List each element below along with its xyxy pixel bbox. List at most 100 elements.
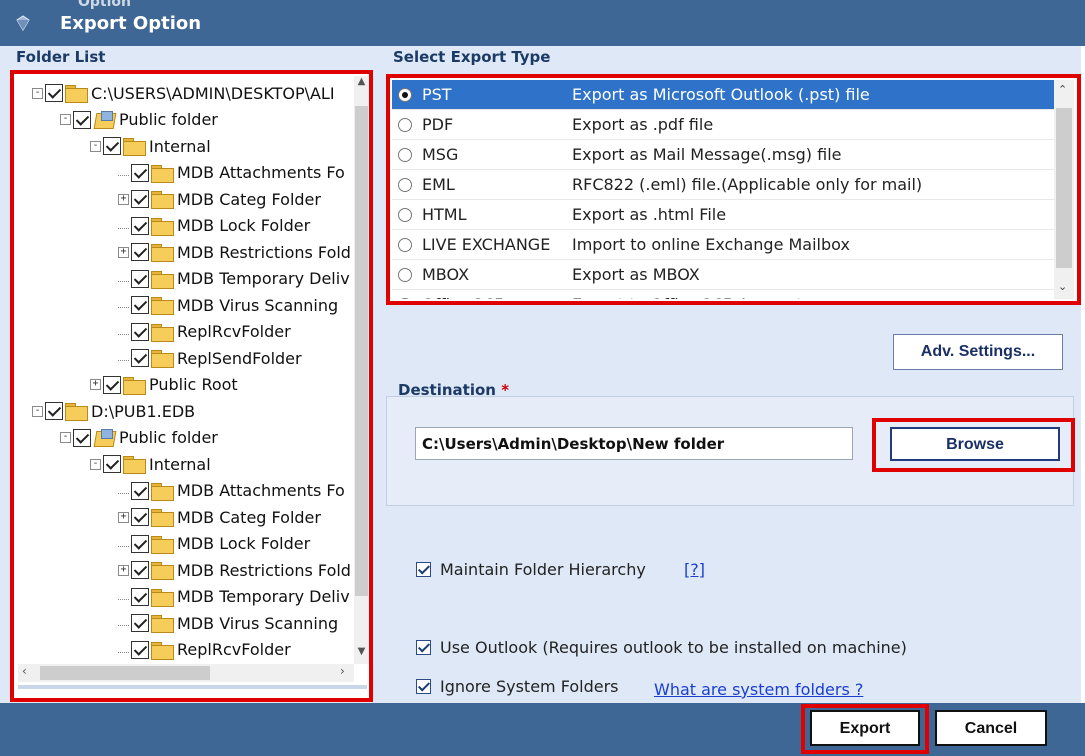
export-option-row[interactable]: Office 365 Export to Office 365 Account xyxy=(392,290,1054,299)
export-option-radio[interactable] xyxy=(398,117,412,132)
scroll-right-icon[interactable]: › xyxy=(340,664,345,678)
tree-item[interactable]: + MDB Categ Folder xyxy=(118,504,321,530)
tree-item[interactable]: ReplRcvFolder xyxy=(118,319,291,345)
tree-item-checkbox[interactable] xyxy=(131,296,149,314)
tree-item-checkbox[interactable] xyxy=(103,137,121,155)
scroll-up-icon[interactable]: ⌃ xyxy=(1058,83,1067,96)
tree-item[interactable]: MDB Lock Folder xyxy=(118,531,310,557)
tree-item-checkbox[interactable] xyxy=(131,322,149,341)
tree-item[interactable]: MDB Attachments Fo xyxy=(118,160,345,186)
collapse-icon[interactable]: - xyxy=(32,405,43,417)
expand-icon[interactable]: + xyxy=(118,564,129,576)
tree-item[interactable]: - Public folder xyxy=(60,107,218,133)
tree-item[interactable]: + MDB Restrictions Fold xyxy=(118,557,351,583)
tree-item[interactable]: MDB Attachments Fo xyxy=(118,478,345,504)
maintain-hierarchy-option[interactable]: Maintain Folder Hierarchy xyxy=(416,560,646,579)
export-option-row[interactable]: HTML Export as .html File xyxy=(392,200,1054,230)
export-option-radio[interactable] xyxy=(398,147,412,162)
tree-item-checkbox[interactable] xyxy=(131,640,149,659)
tree-item[interactable]: + MDB Categ Folder xyxy=(118,186,321,212)
scroll-thumb[interactable] xyxy=(40,666,210,680)
tree-item[interactable]: MDB Virus Scanning xyxy=(118,292,338,318)
browse-button[interactable]: Browse xyxy=(890,427,1060,461)
tree-item-checkbox[interactable] xyxy=(45,84,63,102)
use-outlook-checkbox[interactable] xyxy=(416,640,431,655)
export-option-radio[interactable] xyxy=(398,177,412,192)
tree-item[interactable]: MDB Virus Scanning xyxy=(118,610,338,636)
tree-item[interactable]: ReplRcvFolder xyxy=(118,637,291,663)
tree-item[interactable]: MDB Lock Folder xyxy=(118,213,310,239)
scroll-left-icon[interactable]: ‹ xyxy=(22,664,27,678)
tree-item-checkbox[interactable] xyxy=(103,375,121,394)
tree-item[interactable]: - Internal xyxy=(90,133,211,159)
cancel-button[interactable]: Cancel xyxy=(935,710,1047,746)
expand-icon[interactable]: + xyxy=(118,511,129,523)
export-option-row[interactable]: EML RFC822 (.eml) file.(Applicable only f… xyxy=(392,170,1054,200)
scroll-thumb[interactable] xyxy=(355,106,368,596)
tree-item[interactable]: MDB Temporary Deliv xyxy=(118,266,350,292)
export-option-row[interactable]: LIVE EXCHANGE Import to online Exchange M… xyxy=(392,230,1054,260)
collapse-icon[interactable]: - xyxy=(90,140,101,152)
export-list-scrollbar[interactable]: ⌃ ⌄ xyxy=(1054,80,1074,299)
tree-item-checkbox[interactable] xyxy=(131,243,149,261)
folder-tree[interactable]: - C:\USERS\ADMIN\DESKTOP\ALI - Public folde… xyxy=(18,76,354,664)
collapse-icon[interactable]: - xyxy=(90,458,101,470)
tree-item[interactable]: - D:\PUB1.EDB xyxy=(32,398,195,424)
tree-item-checkbox[interactable] xyxy=(131,534,149,553)
tree-item[interactable]: MDB Temporary Deliv xyxy=(118,584,350,610)
ignore-system-option[interactable]: Ignore System Folders xyxy=(416,677,619,696)
system-folders-link[interactable]: What are system folders ? xyxy=(654,680,863,699)
expand-icon[interactable]: + xyxy=(90,379,101,390)
export-option-row[interactable]: MBOX Export as MBOX xyxy=(392,260,1054,290)
export-option-radio[interactable] xyxy=(398,267,412,282)
export-option-radio[interactable] xyxy=(398,87,412,102)
tree-item-checkbox[interactable] xyxy=(131,587,149,606)
tree-item[interactable]: + Public Root xyxy=(90,372,238,398)
tree-item-checkbox[interactable] xyxy=(131,561,149,579)
tree-item-checkbox[interactable] xyxy=(73,428,91,447)
tree-item[interactable]: + MDB Restrictions Fold xyxy=(118,239,351,265)
folder-tree-vertical-scrollbar[interactable]: ▲ ▼ xyxy=(354,76,369,664)
expand-icon[interactable]: + xyxy=(118,193,129,205)
tree-item-checkbox[interactable] xyxy=(131,216,149,235)
tree-item[interactable]: - Public folder xyxy=(60,425,218,451)
expand-icon[interactable]: + xyxy=(118,246,129,258)
scroll-up-icon[interactable]: ▲ xyxy=(355,76,368,90)
tree-item-checkbox[interactable] xyxy=(131,481,149,500)
maintain-hierarchy-checkbox[interactable] xyxy=(416,562,431,577)
scroll-down-icon[interactable]: ⌄ xyxy=(1058,280,1067,293)
tree-item-checkbox[interactable] xyxy=(131,614,149,632)
scroll-down-icon[interactable]: ▼ xyxy=(355,646,368,660)
tree-item[interactable]: - C:\USERS\ADMIN\DESKTOP\ALI xyxy=(32,80,335,106)
folder-tree-horizontal-scrollbar[interactable]: ‹ › xyxy=(18,664,354,682)
export-type-list[interactable]: PST Export as Microsoft Outlook (.pst) fi… xyxy=(392,80,1054,299)
tree-item-checkbox[interactable] xyxy=(131,349,149,367)
tree-item-checkbox[interactable] xyxy=(131,190,149,208)
tree-item-checkbox[interactable] xyxy=(131,163,149,182)
tree-item-checkbox[interactable] xyxy=(131,508,149,526)
hierarchy-help-link[interactable]: [?] xyxy=(684,560,705,579)
export-option-radio[interactable] xyxy=(398,207,412,222)
destination-path-input[interactable] xyxy=(415,427,853,460)
collapse-icon[interactable]: - xyxy=(60,432,71,443)
export-option-row[interactable]: MSG Export as Mail Message(.msg) file xyxy=(392,140,1054,170)
export-button[interactable]: Export xyxy=(810,710,920,746)
folder-icon xyxy=(151,641,174,660)
export-option-radio[interactable] xyxy=(398,237,412,252)
tree-item-checkbox[interactable] xyxy=(103,455,121,473)
adv-settings-button[interactable]: Adv. Settings... xyxy=(893,334,1063,370)
use-outlook-option[interactable]: Use Outlook (Requires outlook to be inst… xyxy=(416,638,907,657)
tree-item-checkbox[interactable] xyxy=(45,402,63,420)
tree-item[interactable]: - Internal xyxy=(90,451,211,477)
collapse-icon[interactable]: - xyxy=(32,87,43,99)
tree-item-checkbox[interactable] xyxy=(73,110,91,129)
tree-item[interactable]: ReplSendFolder xyxy=(118,345,302,371)
title-bar: Option Export Option xyxy=(0,0,1085,46)
tree-item-checkbox[interactable] xyxy=(131,269,149,288)
export-option-radio[interactable] xyxy=(398,297,412,299)
scroll-thumb[interactable] xyxy=(1056,108,1072,268)
collapse-icon[interactable]: - xyxy=(60,114,71,125)
export-option-row[interactable]: PST Export as Microsoft Outlook (.pst) fi… xyxy=(392,80,1054,110)
ignore-system-checkbox[interactable] xyxy=(416,679,431,694)
export-option-row[interactable]: PDF Export as .pdf file xyxy=(392,110,1054,140)
